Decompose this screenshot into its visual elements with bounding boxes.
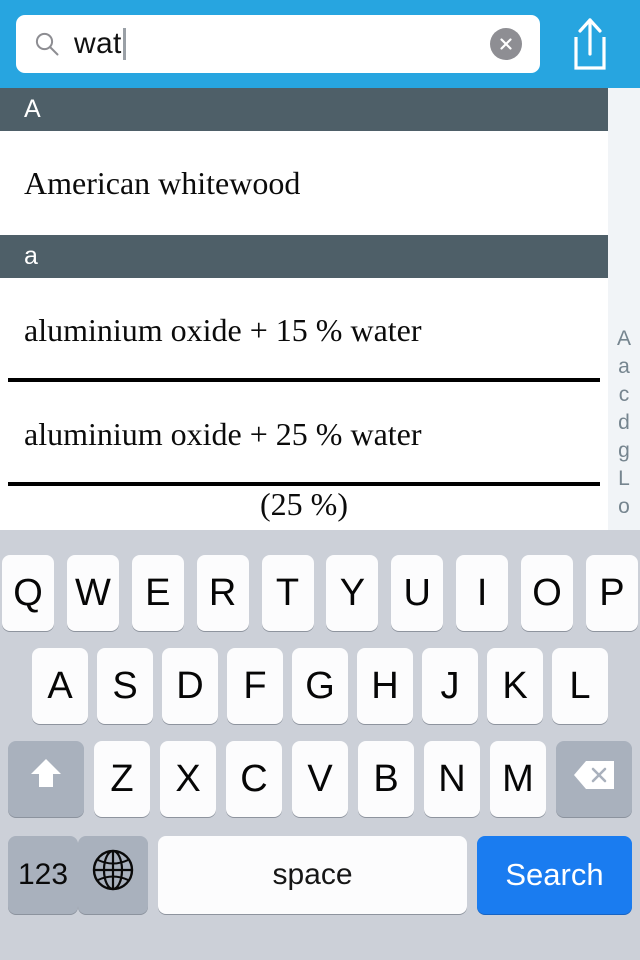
key-p[interactable]: P (585, 555, 638, 631)
text-caret (122, 28, 126, 60)
key-a[interactable]: A (32, 648, 88, 724)
section-header-label: A (24, 95, 41, 123)
search-icon (34, 31, 60, 57)
key-y[interactable]: Y (326, 555, 379, 631)
search-bar: wat (0, 0, 640, 88)
section-header-uppercase: A (0, 88, 608, 131)
index-letter[interactable]: c (608, 381, 640, 409)
key-m[interactable]: M (490, 741, 546, 817)
share-button[interactable] (564, 14, 616, 74)
backspace-icon (572, 758, 616, 801)
shift-key[interactable] (8, 741, 84, 817)
keyboard-row-1: Q W E R T Y U I O P (0, 530, 640, 631)
keyboard-row-2: A S D F G H J K L (0, 631, 640, 724)
alphabet-index[interactable]: A a c d g L o (608, 88, 640, 530)
list-item-label: (25 %) (260, 486, 348, 522)
clear-search-button[interactable] (490, 28, 522, 60)
key-u[interactable]: U (391, 555, 444, 631)
key-o[interactable]: O (521, 555, 573, 631)
search-value: wat (74, 27, 122, 60)
shift-icon (27, 755, 65, 803)
key-f[interactable]: F (227, 648, 283, 724)
backspace-key[interactable] (556, 741, 632, 817)
list-item-label: American whitewood (24, 164, 301, 201)
list-item-label: aluminium oxide + 25 % water (24, 415, 422, 452)
list-item-partial[interactable]: (25 %) (0, 486, 608, 528)
globe-icon (90, 847, 136, 903)
keyboard-row-4: 123 space Search (0, 817, 640, 914)
key-h[interactable]: H (357, 648, 413, 724)
app-root: wat A American whitewood a aluminium oxi… (0, 0, 640, 960)
index-letter[interactable]: o (608, 493, 640, 521)
key-b[interactable]: B (358, 741, 414, 817)
key-c[interactable]: C (226, 741, 282, 817)
section-header-lowercase: a (0, 235, 608, 278)
search-key[interactable]: Search (477, 836, 632, 914)
key-r[interactable]: R (196, 555, 249, 631)
numbers-key[interactable]: 123 (8, 836, 78, 914)
keyboard-row-3: Z X C V B N M (0, 724, 640, 817)
key-q[interactable]: Q (2, 555, 54, 631)
index-letter[interactable]: d (608, 409, 640, 437)
key-g[interactable]: G (292, 648, 348, 724)
key-i[interactable]: I (456, 555, 509, 631)
key-l[interactable]: L (552, 648, 608, 724)
space-key[interactable]: space (158, 836, 467, 914)
section-header-label: a (24, 242, 38, 270)
key-j[interactable]: J (422, 648, 478, 724)
key-t[interactable]: T (261, 555, 314, 631)
key-z[interactable]: Z (94, 741, 150, 817)
list-item[interactable]: American whitewood (0, 131, 608, 235)
list-item[interactable]: aluminium oxide + 15 % water (0, 278, 608, 382)
results-list[interactable]: A American whitewood a aluminium oxide +… (0, 88, 608, 530)
list-item[interactable]: aluminium oxide + 25 % water (0, 382, 608, 486)
key-x[interactable]: X (160, 741, 216, 817)
on-screen-keyboard: Q W E R T Y U I O P A S D F G H J K L Z … (0, 530, 640, 960)
search-input[interactable]: wat (16, 15, 540, 73)
list-item-label: aluminium oxide + 15 % water (24, 311, 422, 348)
index-letter[interactable]: a (608, 353, 640, 381)
key-s[interactable]: S (97, 648, 153, 724)
key-e[interactable]: E (131, 555, 184, 631)
key-k[interactable]: K (487, 648, 543, 724)
key-v[interactable]: V (292, 741, 348, 817)
globe-key[interactable] (78, 836, 148, 914)
index-letter[interactable]: L (608, 465, 640, 493)
index-letter[interactable]: A (608, 325, 640, 353)
index-letter[interactable]: g (608, 437, 640, 465)
key-w[interactable]: W (66, 555, 119, 631)
key-d[interactable]: D (162, 648, 218, 724)
key-n[interactable]: N (424, 741, 480, 817)
